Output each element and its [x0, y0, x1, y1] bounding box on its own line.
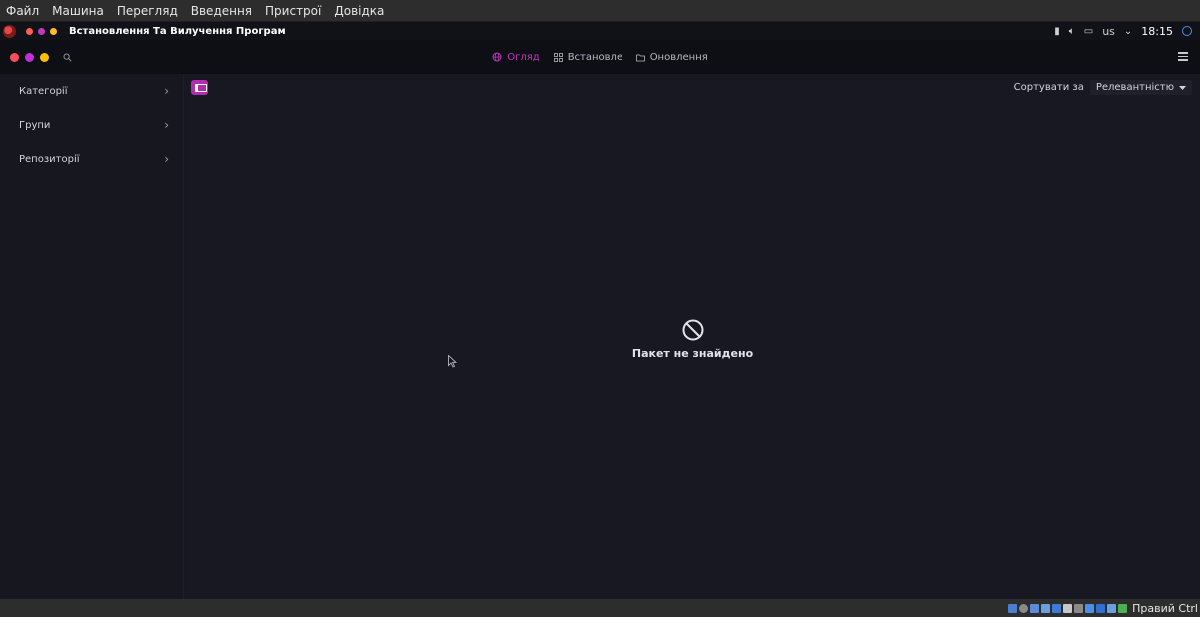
active-window-title: Встановлення Та Вилучення Програм: [69, 25, 286, 37]
sidebar-item-label: Групи: [19, 119, 51, 131]
menu-devices[interactable]: Пристрої: [265, 4, 321, 18]
dot-purple-icon[interactable]: [38, 27, 45, 35]
sidebar-item-label: Репозиторії: [19, 153, 80, 165]
empty-message: Пакет не знайдено: [631, 347, 754, 360]
sidebar: Категорії › Групи › Репозиторії ›: [0, 74, 184, 599]
guest-topbar: Встановлення Та Вилучення Програм ▮ 🔈︎ ▭…: [0, 22, 1200, 40]
app-header: Огляд Встановлені Оновлення: [0, 40, 1200, 74]
close-icon[interactable]: [10, 52, 19, 62]
topbar-window-dots: [26, 27, 57, 35]
menu-help[interactable]: Довідка: [334, 4, 384, 18]
tab-overview[interactable]: Огляд: [492, 51, 540, 63]
hard-disk-icon[interactable]: [1008, 603, 1018, 613]
chevron-right-icon: ›: [164, 118, 169, 132]
video-capture-icon[interactable]: [1085, 603, 1095, 613]
dot-yellow-icon[interactable]: [50, 27, 57, 35]
os-logo-icon[interactable]: [3, 24, 16, 38]
caret-down-icon: [1179, 85, 1186, 90]
tab-overview-label: Огляд: [507, 51, 540, 63]
shared-folders-icon[interactable]: [1063, 603, 1073, 613]
hamburger-menu-icon[interactable]: [1178, 52, 1188, 61]
tab-installed[interactable]: Встановлені: [553, 51, 622, 63]
display-icon[interactable]: [1074, 603, 1084, 613]
host-key-label: Правий Ctrl: [1132, 601, 1198, 615]
menu-view[interactable]: Перегляд: [117, 4, 178, 18]
sidebar-item-categories[interactable]: Категорії ›: [0, 74, 183, 108]
tab-updates[interactable]: Оновлення: [635, 51, 708, 63]
grid-icon: [553, 52, 563, 62]
recording-icon[interactable]: [1096, 603, 1106, 613]
vbox-statusbar: Правий Ctrl: [0, 599, 1200, 617]
system-tray: ▮ 🔈︎ ▭ us ⌄ 18:15: [1054, 25, 1200, 38]
volume-icon[interactable]: 🔈︎: [1069, 26, 1075, 37]
sidebar-item-groups[interactable]: Групи ›: [0, 108, 183, 142]
sort-label: Сортувати за: [1013, 82, 1084, 93]
battery-icon[interactable]: ▮: [1054, 26, 1060, 37]
menu-file[interactable]: Файл: [6, 4, 39, 18]
audio-icon[interactable]: [1030, 603, 1040, 613]
sidebar-item-repositories[interactable]: Репозиторії ›: [0, 142, 183, 176]
chevron-down-icon[interactable]: ⌄: [1124, 26, 1132, 37]
usb-icon[interactable]: [1052, 603, 1062, 613]
menu-input[interactable]: Введення: [191, 4, 252, 18]
no-entry-icon: [682, 319, 703, 341]
search-icon[interactable]: [63, 53, 72, 62]
tab-updates-label: Оновлення: [649, 51, 708, 63]
clock[interactable]: 18:15: [1141, 25, 1173, 38]
minimize-icon[interactable]: [40, 52, 49, 62]
user-icon[interactable]: [1182, 26, 1192, 36]
empty-state: Пакет не знайдено: [185, 319, 1200, 360]
sidebar-toggle-icon[interactable]: [191, 80, 208, 95]
mouse-cursor-icon: [448, 355, 457, 368]
window-controls: [10, 52, 49, 62]
keyboard-layout[interactable]: us: [1102, 25, 1115, 38]
maximize-icon[interactable]: [25, 52, 34, 62]
dot-red-icon[interactable]: [26, 27, 33, 35]
chevron-right-icon: ›: [164, 152, 169, 166]
display-icon[interactable]: ▭: [1084, 26, 1093, 37]
tab-installed-label: Встановлені: [567, 51, 622, 63]
sidebar-item-label: Категорії: [19, 85, 68, 97]
chevron-right-icon: ›: [164, 84, 169, 98]
view-tabs: Огляд Встановлені Оновлення: [0, 40, 1200, 74]
host-key-arrow-icon[interactable]: [1118, 603, 1128, 613]
globe-icon: [492, 52, 502, 62]
sort-control: Сортувати за Релевантністю: [1014, 80, 1192, 95]
main-content: Сортувати за Релевантністю Пакет не знай…: [185, 74, 1200, 599]
menu-machine[interactable]: Машина: [52, 4, 104, 18]
sort-value: Релевантністю: [1095, 82, 1174, 93]
network-icon[interactable]: [1041, 603, 1051, 613]
sort-dropdown[interactable]: Релевантністю: [1089, 80, 1192, 95]
optical-drive-icon[interactable]: [1019, 603, 1029, 613]
vbox-menubar: Файл Машина Перегляд Введення Пристрої Д…: [0, 0, 1200, 22]
mouse-integration-icon[interactable]: [1107, 603, 1117, 613]
folder-icon: [635, 54, 645, 61]
